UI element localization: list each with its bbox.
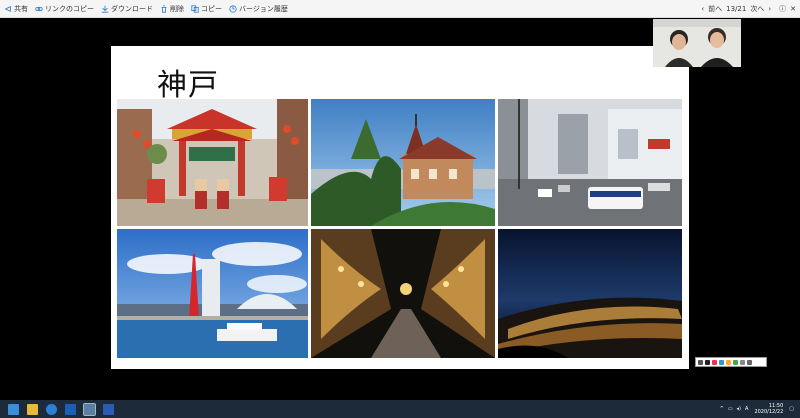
edge-browser-icon[interactable]	[46, 403, 57, 415]
trash-icon	[161, 4, 167, 13]
photo-illumination-street	[311, 229, 495, 358]
volume-icon[interactable]: ◂)	[737, 406, 741, 412]
slide-title: 神戸	[157, 68, 219, 103]
photos-app-icon[interactable]	[83, 402, 96, 416]
notification-icon[interactable]: ▢	[789, 406, 794, 412]
tray-chevron-icon[interactable]: ^	[720, 406, 724, 412]
eraser-icon[interactable]	[726, 359, 731, 365]
highlighter-icon[interactable]	[712, 359, 717, 365]
ime-indicator[interactable]: A	[745, 406, 748, 412]
copy-link-button[interactable]: リンクのコピー	[35, 4, 94, 14]
page-indicator: 13/21	[726, 5, 747, 13]
copy-link-label: リンクのコピー	[45, 4, 94, 13]
windows-taskbar: ^ ▭ ◂) A 11:50 2020/12/22 ▢	[0, 400, 800, 418]
outlook-icon[interactable]	[65, 403, 76, 415]
copy-label: コピー	[201, 4, 222, 13]
share-button[interactable]: 共有	[4, 4, 28, 14]
delete-label: 削除	[170, 4, 184, 13]
file-explorer-icon[interactable]	[27, 403, 38, 415]
share-icon	[4, 5, 11, 12]
windows-start-icon[interactable]	[8, 403, 19, 415]
system-tray: ^ ▭ ◂) A 11:50 2020/12/22 ▢	[720, 400, 794, 418]
presentation-slide: 神戸	[111, 46, 689, 369]
pen-icon[interactable]	[705, 359, 710, 365]
toolbar-right: ‹ 前へ 13/21 次へ › ⓘ ✕	[697, 0, 796, 18]
chevron-right-icon[interactable]: ›	[768, 5, 771, 13]
screen: 共有 リンクのコピー ダウンロード 削除 コピー バージョン履歴 ‹ 前へ 13…	[0, 0, 800, 418]
version-history-label: バージョン履歴	[239, 4, 288, 13]
info-icon[interactable]: ⓘ	[779, 4, 786, 14]
clock-date: 2020/12/22	[754, 409, 784, 415]
download-label: ダウンロード	[111, 4, 153, 13]
prev-button[interactable]: 前へ	[708, 4, 722, 14]
photo-weathercock-house	[311, 99, 495, 226]
copy-button[interactable]: コピー	[191, 4, 222, 14]
photo-chinatown	[117, 99, 308, 226]
photo-port-tower	[117, 229, 308, 358]
close-icon[interactable]: ✕	[790, 5, 796, 13]
close-icon[interactable]	[747, 359, 752, 365]
download-icon	[101, 5, 109, 13]
network-icon[interactable]: ▭	[728, 406, 733, 412]
version-history-button[interactable]: バージョン履歴	[229, 4, 288, 14]
version-history-icon	[229, 4, 237, 13]
word-icon[interactable]	[103, 403, 114, 415]
copy-icon	[191, 4, 199, 13]
shape-icon[interactable]	[719, 359, 724, 365]
webcam-video	[653, 19, 741, 67]
clock[interactable]: 11:50 2020/12/22	[754, 403, 783, 415]
arrow-icon[interactable]	[698, 359, 703, 365]
delete-button[interactable]: 削除	[160, 4, 184, 14]
chevron-left-icon[interactable]: ‹	[701, 5, 704, 13]
photo-sannomiya-street	[498, 99, 682, 226]
download-button[interactable]: ダウンロード	[101, 4, 153, 14]
settings-icon[interactable]	[740, 359, 745, 365]
next-button[interactable]: 次へ	[750, 4, 764, 14]
floating-toolbar[interactable]	[695, 357, 767, 367]
color-icon[interactable]	[733, 359, 738, 365]
share-label: 共有	[14, 4, 28, 13]
link-icon	[35, 6, 43, 11]
file-viewer-toolbar: 共有 リンクのコピー ダウンロード 削除 コピー バージョン履歴 ‹ 前へ 13…	[0, 0, 800, 18]
photo-night-view	[498, 229, 682, 358]
